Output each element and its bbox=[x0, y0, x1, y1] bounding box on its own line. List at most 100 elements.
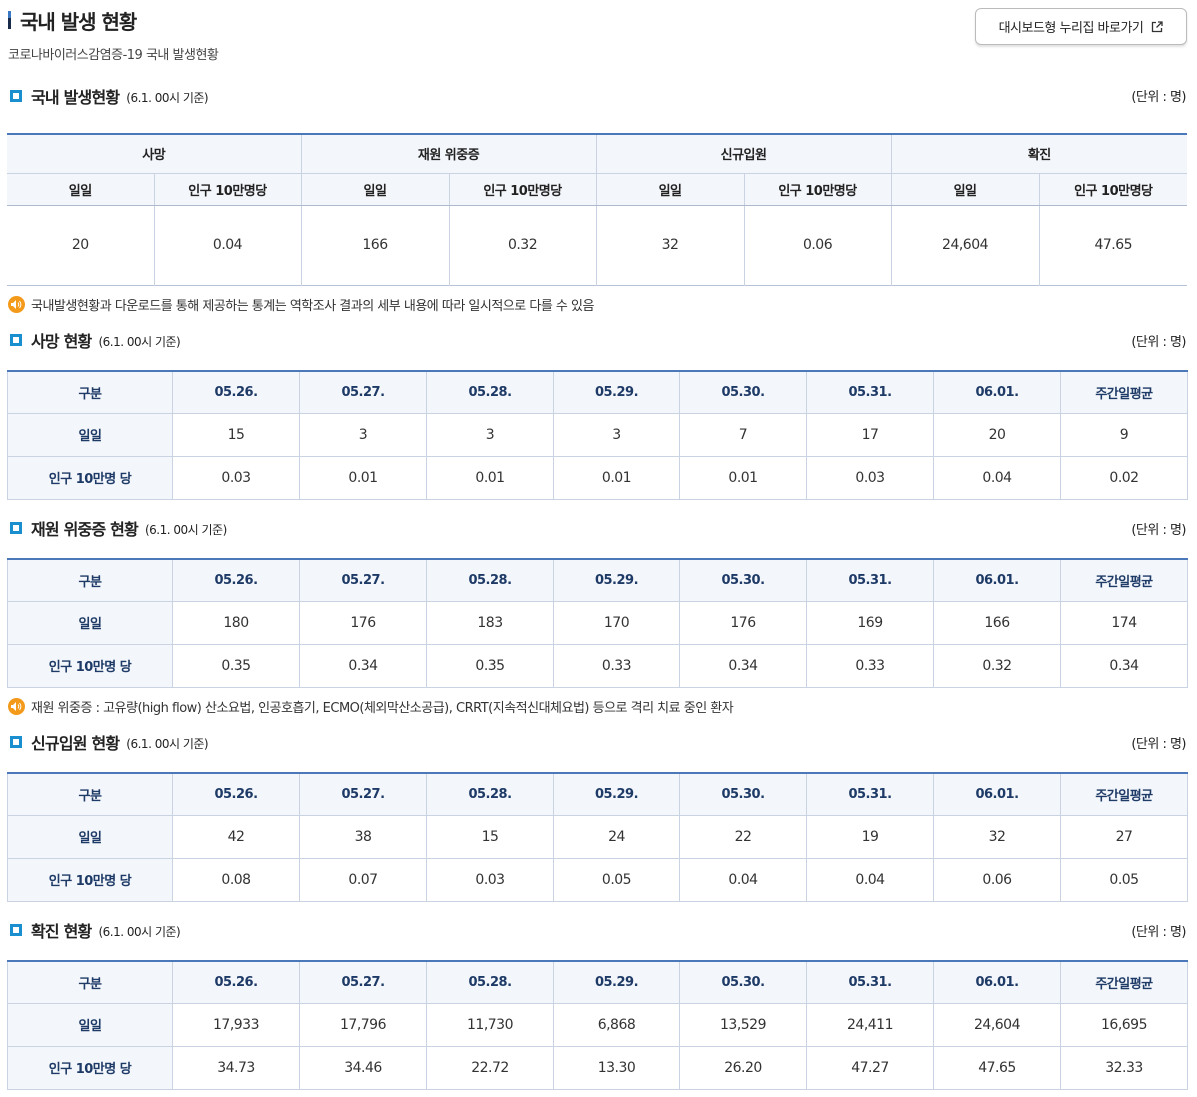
table-cell: 0.33 bbox=[553, 644, 680, 688]
death-section-title: 사망 현황 (6.1. 00시 기준) bbox=[10, 329, 181, 351]
table-cell: 15 bbox=[426, 815, 554, 859]
column-header: 05.30. bbox=[679, 371, 807, 414]
table-cell: 17,933 bbox=[172, 1003, 300, 1047]
column-header: 05.27. bbox=[299, 559, 427, 602]
table-cell: 0.34 bbox=[1060, 644, 1188, 688]
severe-note-text: 재원 위중증 : 고유량(high flow) 산소요법, 인공호흡기, ECM… bbox=[31, 701, 734, 716]
table-cell: 6,868 bbox=[553, 1003, 680, 1047]
column-header: 주간일평균 bbox=[1060, 773, 1188, 816]
column-header: 06.01. bbox=[933, 773, 1061, 816]
section-square-icon bbox=[10, 736, 22, 748]
death-table: 구분 05.26. 05.27. 05.28. 05.29. 05.30. 05.31. 06… bbox=[7, 370, 1188, 500]
column-header: 05.26. bbox=[172, 371, 300, 414]
table-cell: 13,529 bbox=[679, 1003, 807, 1047]
summary-note-text: 국내발생현황과 다운로드를 통해 제공하는 통계는 역학조사 결과의 세부 내용… bbox=[31, 299, 594, 314]
summary-group-admission: 신규입원 bbox=[596, 134, 892, 174]
summary-value: 20 bbox=[7, 205, 155, 285]
page-title: 국내 발생 현황 bbox=[8, 6, 137, 34]
row-header: 인구 10만명 당 bbox=[7, 644, 173, 688]
table-cell: 42 bbox=[172, 815, 300, 859]
table-cell: 0.01 bbox=[553, 456, 680, 500]
table-cell: 0.01 bbox=[426, 456, 554, 500]
confirmed-date: (6.1. 00시 기준) bbox=[98, 925, 181, 939]
table-cell: 47.65 bbox=[933, 1046, 1061, 1090]
page: 국내 발생 현황 코로나바이러스감염증-19 국내 발생현황 대시보드형 누리집… bbox=[0, 0, 1197, 1097]
column-header: 05.28. bbox=[426, 559, 554, 602]
summary-sub-per100k: 인구 10만명당 bbox=[744, 173, 892, 206]
summary-group-death: 사망 bbox=[7, 134, 302, 174]
table-cell: 19 bbox=[806, 815, 934, 859]
section-square-icon bbox=[10, 90, 22, 102]
table-row: 인구 10만명 당 0.35 0.34 0.35 0.33 0.34 0.33 0.32 0.3… bbox=[7, 644, 1188, 688]
dashboard-link-button[interactable]: 대시보드형 누리집 바로가기 bbox=[975, 8, 1187, 45]
death-unit: (단위 : 명) bbox=[1131, 335, 1186, 350]
table-row: 일일 180 176 183 170 176 169 166 174 bbox=[7, 601, 1188, 645]
summary-date: (6.1. 00시 기준) bbox=[126, 91, 209, 105]
column-header: 05.26. bbox=[172, 961, 300, 1004]
table-row: 일일 15 3 3 3 7 17 20 9 bbox=[7, 413, 1188, 457]
summary-sub-daily: 일일 bbox=[301, 173, 450, 206]
column-header: 05.27. bbox=[299, 961, 427, 1004]
table-cell: 27 bbox=[1060, 815, 1188, 859]
summary-sub-per100k: 인구 10만명당 bbox=[449, 173, 597, 206]
column-header: 05.30. bbox=[679, 559, 807, 602]
table-cell: 0.02 bbox=[1060, 456, 1188, 500]
table-cell: 34.46 bbox=[299, 1046, 427, 1090]
column-header: 주간일평균 bbox=[1060, 961, 1188, 1004]
summary-sub-per100k: 인구 10만명당 bbox=[1039, 173, 1188, 206]
table-cell: 176 bbox=[299, 601, 427, 645]
table-cell: 0.04 bbox=[933, 456, 1061, 500]
table-cell: 0.03 bbox=[426, 858, 554, 902]
table-cell: 9 bbox=[1060, 413, 1188, 457]
summary-sub-daily: 일일 bbox=[596, 173, 745, 206]
severe-table: 구분 05.26. 05.27. 05.28. 05.29. 05.30. 05.31. 06… bbox=[7, 558, 1188, 688]
column-header: 주간일평균 bbox=[1060, 371, 1188, 414]
summary-value: 47.65 bbox=[1094, 237, 1133, 253]
table-row: 인구 10만명 당 0.03 0.01 0.01 0.01 0.01 0.03 0.04 0.0… bbox=[7, 456, 1188, 500]
column-header: 05.30. bbox=[679, 961, 807, 1004]
summary-note: 국내발생현황과 다운로드를 통해 제공하는 통계는 역학조사 결과의 세부 내용… bbox=[8, 295, 594, 314]
summary-sub-daily: 일일 bbox=[891, 173, 1040, 206]
table-cell: 0.35 bbox=[426, 644, 554, 688]
table-cell: 24 bbox=[553, 815, 680, 859]
confirmed-title: 확진 현황 bbox=[31, 922, 92, 941]
table-cell: 24,604 bbox=[933, 1003, 1061, 1047]
table-cell: 22 bbox=[679, 815, 807, 859]
table-cell: 3 bbox=[426, 413, 554, 457]
table-cell: 176 bbox=[679, 601, 807, 645]
column-header: 06.01. bbox=[933, 559, 1061, 602]
table-cell: 17 bbox=[806, 413, 934, 457]
table-cell: 0.34 bbox=[299, 644, 427, 688]
summary-group-confirmed: 확진 bbox=[891, 134, 1188, 174]
dashboard-button-label: 대시보드형 누리집 바로가기 bbox=[998, 21, 1144, 36]
table-cell: 180 bbox=[172, 601, 300, 645]
table-cell: 166 bbox=[933, 601, 1061, 645]
table-cell: 0.32 bbox=[933, 644, 1061, 688]
table-cell: 0.04 bbox=[679, 858, 807, 902]
severe-date: (6.1. 00시 기준) bbox=[144, 523, 227, 537]
table-row: 인구 10만명 당 0.08 0.07 0.03 0.05 0.04 0.04 0.06 0.0… bbox=[7, 858, 1188, 902]
table-cell: 170 bbox=[553, 601, 680, 645]
severe-section-title: 재원 위중증 현황 (6.1. 00시 기준) bbox=[10, 517, 227, 539]
table-cell: 3 bbox=[553, 413, 680, 457]
speaker-icon bbox=[8, 698, 25, 715]
table-cell: 0.33 bbox=[806, 644, 934, 688]
column-header: 05.26. bbox=[172, 773, 300, 816]
external-link-icon bbox=[1152, 20, 1164, 32]
summary-value: 32 bbox=[596, 205, 745, 285]
column-header: 05.28. bbox=[426, 961, 554, 1004]
section-square-icon bbox=[10, 334, 22, 346]
column-header: 05.31. bbox=[806, 773, 934, 816]
table-cell: 0.05 bbox=[1060, 858, 1188, 902]
column-header: 06.01. bbox=[933, 371, 1061, 414]
summary-unit: (단위 : 명) bbox=[1131, 90, 1186, 105]
confirmed-section-title: 확진 현황 (6.1. 00시 기준) bbox=[10, 919, 181, 941]
summary-section-title: 국내 발생현황 (6.1. 00시 기준) bbox=[10, 85, 209, 107]
table-cell: 47.27 bbox=[806, 1046, 934, 1090]
column-header: 05.30. bbox=[679, 773, 807, 816]
table-cell: 0.01 bbox=[299, 456, 427, 500]
summary-group-severe: 재원 위중증 bbox=[301, 134, 597, 174]
column-header-category: 구분 bbox=[7, 773, 173, 816]
table-cell: 0.03 bbox=[806, 456, 934, 500]
severe-note: 재원 위중증 : 고유량(high flow) 산소요법, 인공호흡기, ECM… bbox=[8, 697, 734, 716]
